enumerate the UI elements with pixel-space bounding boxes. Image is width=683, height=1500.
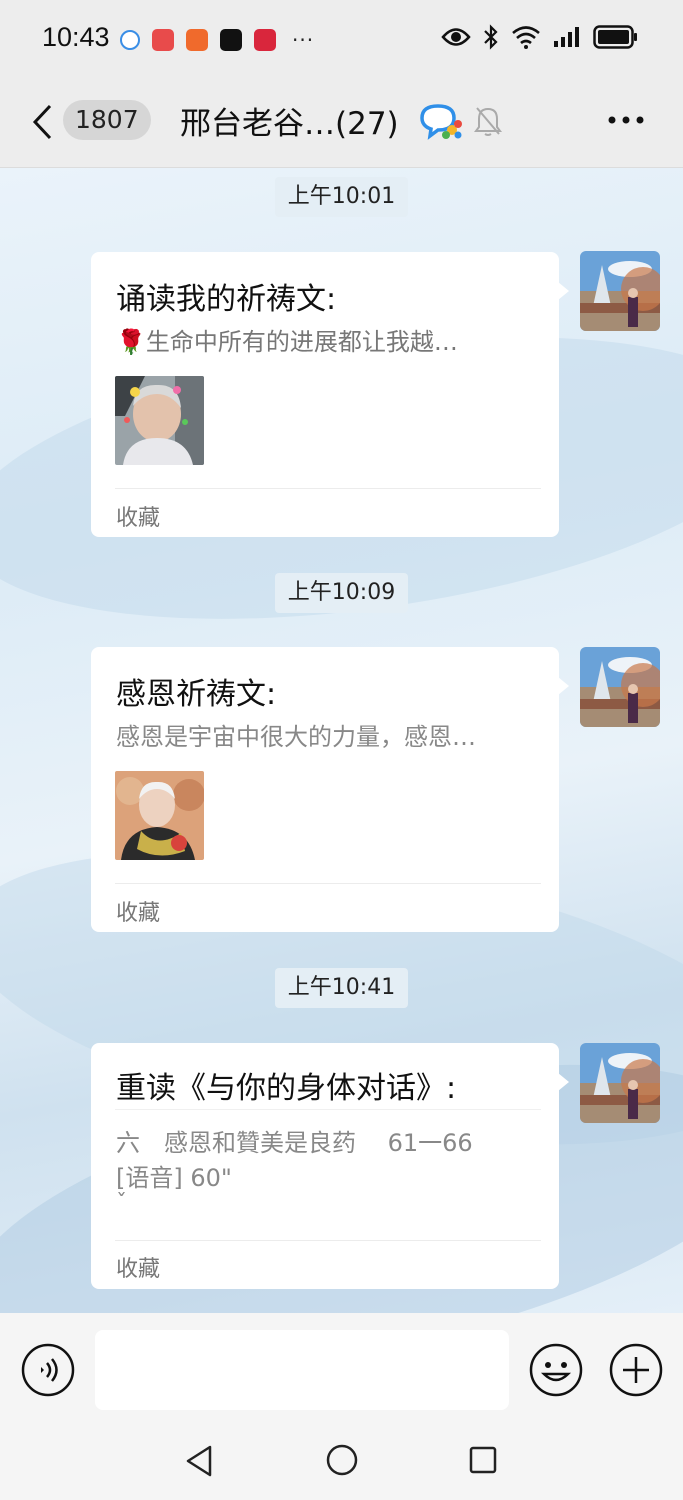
- eye-icon: [441, 28, 471, 46]
- favorite-label: 收藏: [116, 1257, 161, 1282]
- huawei-icon: [152, 29, 174, 51]
- favorite-label: 收藏: [116, 506, 161, 531]
- message-thumbnail[interactable]: [115, 376, 204, 465]
- message-card[interactable]: 感恩祈祷文: 感恩是宇宙中很大的力量，感恩… 收藏: [91, 647, 569, 932]
- chat-title[interactable]: 邢台老谷…(27): [180, 98, 399, 143]
- mute-icon: [474, 107, 502, 136]
- message-card[interactable]: 诵读我的祈祷文: 🌹生命中所有的进展都让我越… 收藏: [91, 252, 569, 537]
- bluetooth-icon: [484, 24, 498, 50]
- message-input[interactable]: [95, 1330, 509, 1410]
- nav-home-icon[interactable]: [326, 1444, 358, 1476]
- back-icon[interactable]: [30, 102, 54, 142]
- status-bar: 10:43 ···: [0, 0, 683, 78]
- unread-count-badge[interactable]: 1807: [63, 100, 151, 140]
- group-chat-icon[interactable]: [418, 102, 464, 142]
- status-time: 10:43: [42, 22, 110, 52]
- message-description: 六 感恩和贊美是良药 61一66: [116, 1129, 473, 1157]
- message-divider: [115, 1109, 541, 1110]
- chat-messages-area[interactable]: 上午10:01 诵读我的祈祷文: 🌹生命中所有的进展都让我越… 收藏 上午10:…: [0, 168, 683, 1313]
- notification-icons: ···: [120, 28, 314, 52]
- message-title: 重读《与你的身体对话》:: [116, 1071, 457, 1106]
- voice-icon[interactable]: [21, 1343, 75, 1397]
- portrait-thumbnail-image: [115, 376, 204, 465]
- message-thumbnail[interactable]: [115, 771, 204, 860]
- portrait-thumbnail-image: [115, 771, 204, 860]
- nav-recent-icon[interactable]: [469, 1446, 497, 1474]
- plus-icon[interactable]: [609, 1343, 663, 1397]
- nav-back-icon[interactable]: [184, 1444, 214, 1478]
- favorite-label: 收藏: [116, 901, 161, 926]
- message-card[interactable]: 重读《与你的身体对话》: 六 感恩和贊美是良药 61一66 [语音] 60" ˇ…: [91, 1043, 569, 1289]
- overflow-dots: ···: [292, 28, 315, 52]
- sender-avatar[interactable]: [580, 251, 660, 331]
- message-description: ˇ: [116, 1191, 127, 1216]
- message-title: 感恩祈祷文:: [116, 677, 277, 712]
- tiktok-icon: [220, 29, 242, 51]
- signal-icon: [554, 27, 579, 47]
- heart-app-icon: [254, 29, 276, 51]
- emoji-icon[interactable]: [529, 1343, 583, 1397]
- message-divider: [115, 488, 541, 489]
- message-description: [语音] 60": [116, 1164, 232, 1192]
- system-icons: [441, 24, 639, 50]
- avatar-image: [580, 647, 660, 727]
- message-timestamp: 上午10:41: [275, 968, 408, 1008]
- more-icon[interactable]: [606, 114, 646, 126]
- wifi-icon: [512, 26, 540, 49]
- message-timestamp: 上午10:01: [275, 177, 408, 217]
- system-navigation-bar: [0, 1426, 683, 1500]
- message-divider: [115, 1240, 541, 1241]
- message-description: 🌹生命中所有的进展都让我越…: [116, 328, 458, 356]
- avatar-image: [580, 251, 660, 331]
- message-divider: [115, 883, 541, 884]
- app-icon: [186, 29, 208, 51]
- message-title: 诵读我的祈祷文:: [116, 282, 337, 317]
- chat-header: 1807 邢台老谷…(27): [0, 78, 683, 168]
- wechat-icon: [120, 30, 140, 50]
- message-timestamp: 上午10:09: [275, 573, 408, 613]
- avatar-image: [580, 1043, 660, 1123]
- sender-avatar[interactable]: [580, 647, 660, 727]
- message-input-bar: [0, 1313, 683, 1426]
- message-description: 感恩是宇宙中很大的力量，感恩…: [116, 723, 476, 751]
- battery-icon: [593, 25, 637, 49]
- sender-avatar[interactable]: [580, 1043, 660, 1123]
